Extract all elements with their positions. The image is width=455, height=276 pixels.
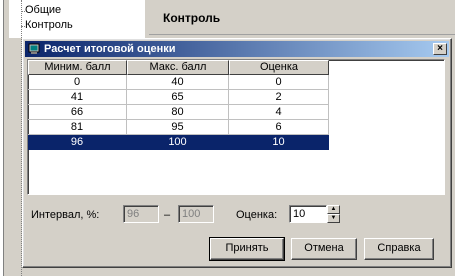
table-row[interactable]: 0 40 0 bbox=[28, 75, 444, 90]
table-cell: 2 bbox=[229, 90, 329, 105]
table-cell: 0 bbox=[229, 75, 329, 90]
table-cell: 4 bbox=[229, 105, 329, 120]
column-header-max-score[interactable]: Макс. балл bbox=[127, 60, 229, 75]
table-cell: 10 bbox=[229, 135, 329, 150]
close-button[interactable]: × bbox=[433, 43, 447, 55]
page-title: Контроль bbox=[149, 1, 455, 35]
table-row[interactable]: 41 65 2 bbox=[28, 90, 444, 105]
grade-calculation-dialog: Расчет итоговой оценки × Миним. балл Мак… bbox=[22, 38, 452, 268]
grade-input[interactable]: 10 bbox=[289, 205, 327, 223]
close-icon: × bbox=[437, 43, 443, 54]
table-header: Миним. балл Макс. балл Оценка bbox=[28, 60, 444, 75]
app-icon bbox=[28, 43, 40, 54]
table-cell: 66 bbox=[28, 105, 127, 120]
table-cell: 100 bbox=[127, 135, 229, 150]
accept-button[interactable]: Принять bbox=[209, 237, 285, 261]
grade-spinner: ▲ ▼ bbox=[327, 205, 340, 223]
interval-dash: – bbox=[164, 209, 171, 221]
column-header-grade[interactable]: Оценка bbox=[229, 60, 329, 75]
table-row[interactable]: 81 95 6 bbox=[28, 120, 444, 135]
interval-to-field[interactable]: 100 bbox=[178, 205, 214, 223]
dialog-titlebar[interactable]: Расчет итоговой оценки × bbox=[25, 41, 449, 57]
table-cell: 80 bbox=[127, 105, 229, 120]
interval-from-field[interactable]: 96 bbox=[123, 205, 159, 223]
table-row[interactable]: 96 100 10 bbox=[28, 135, 444, 150]
dialog-title: Расчет итоговой оценки bbox=[44, 43, 176, 55]
cancel-button[interactable]: Отмена bbox=[291, 238, 357, 260]
tree-item-general[interactable]: Общие bbox=[20, 4, 61, 16]
table-row[interactable]: 66 80 4 bbox=[28, 105, 444, 120]
table-cell: 95 bbox=[127, 120, 229, 135]
table-cell: 40 bbox=[127, 75, 229, 90]
spin-up-button[interactable]: ▲ bbox=[327, 205, 340, 214]
settings-tree: Общие Контроль bbox=[9, 0, 145, 276]
table-cell: 6 bbox=[229, 120, 329, 135]
grade-table[interactable]: Миним. балл Макс. балл Оценка 0 40 0 41 65 2 6… bbox=[27, 59, 445, 195]
column-header-min-score[interactable]: Миним. балл bbox=[28, 60, 127, 75]
table-cell: 41 bbox=[28, 90, 127, 105]
tree-item-control[interactable]: Контроль bbox=[21, 19, 73, 31]
spin-down-button[interactable]: ▼ bbox=[327, 214, 340, 223]
table-cell: 65 bbox=[127, 90, 229, 105]
grade-label: Оценка: bbox=[236, 209, 278, 221]
table-body: 0 40 0 41 65 2 66 80 4 81 95 6 96 100 10 bbox=[28, 75, 444, 150]
table-cell: 0 bbox=[28, 75, 127, 90]
table-cell: 81 bbox=[28, 120, 127, 135]
table-cell: 96 bbox=[28, 135, 127, 150]
help-button[interactable]: Справка bbox=[364, 238, 434, 260]
interval-label: Интервал, %: bbox=[31, 209, 100, 221]
